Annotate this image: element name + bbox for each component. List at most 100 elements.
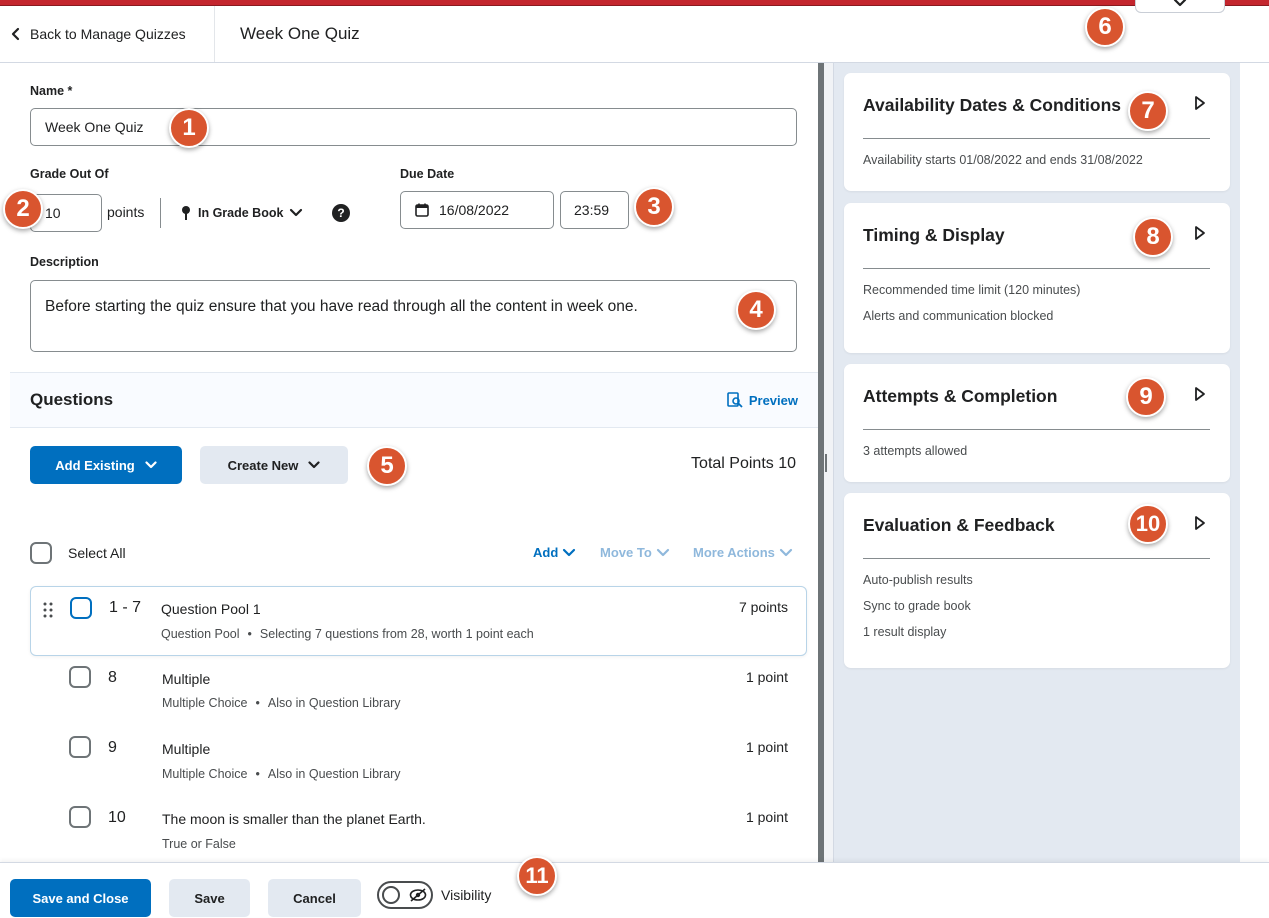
question-type: Question Pool bbox=[161, 627, 240, 641]
name-input[interactable]: Week One Quiz bbox=[30, 108, 797, 146]
card-summary-line: 1 result display bbox=[863, 625, 947, 639]
evaluation-feedback-card[interactable]: Evaluation & Feedback Auto-publish resul… bbox=[844, 493, 1230, 668]
due-time-input[interactable]: 23:59 bbox=[560, 191, 629, 229]
question-row[interactable]: 8 Multiple Multiple Choice • Also in Que… bbox=[30, 656, 807, 726]
card-summary-line: 3 attempts allowed bbox=[863, 444, 968, 458]
card-summary-line: Sync to grade book bbox=[863, 599, 971, 613]
chevron-down-icon bbox=[290, 208, 303, 217]
annotation-badge-2: 2 bbox=[3, 189, 43, 229]
question-detail: Also in Question Library bbox=[267, 696, 401, 710]
timing-display-card-title: Timing & Display bbox=[863, 225, 1005, 245]
annotation-badge-4: 4 bbox=[736, 290, 776, 330]
bullet-separator: • bbox=[255, 767, 260, 781]
splitter-grip-icon[interactable] bbox=[820, 454, 828, 472]
collapse-header-button[interactable] bbox=[1135, 0, 1225, 13]
attempts-completion-card[interactable]: Attempts & Completion 3 attempts allowed bbox=[844, 364, 1230, 482]
card-divider bbox=[863, 558, 1210, 559]
question-meta: Question Pool • Selecting 7 questions fr… bbox=[161, 627, 534, 641]
card-divider bbox=[863, 138, 1210, 139]
save-button[interactable]: Save bbox=[169, 879, 250, 917]
name-label: Name * bbox=[30, 84, 73, 98]
due-date-input[interactable]: 16/08/2022 bbox=[400, 191, 554, 229]
question-checkbox[interactable] bbox=[69, 806, 91, 828]
in-grade-book-dropdown[interactable]: In Grade Book bbox=[180, 202, 303, 224]
preview-button[interactable]: Preview bbox=[727, 373, 798, 427]
question-row[interactable]: 10 The moon is smaller than the planet E… bbox=[30, 797, 807, 862]
bulk-add-dropdown[interactable]: Add bbox=[533, 545, 576, 560]
question-detail: Also in Question Library bbox=[267, 767, 401, 781]
question-name[interactable]: The moon is smaller than the planet Eart… bbox=[162, 811, 426, 827]
question-type: Multiple Choice bbox=[162, 767, 248, 781]
expand-arrow-icon[interactable] bbox=[1194, 95, 1206, 111]
bulk-add-label: Add bbox=[533, 545, 559, 560]
move-to-dropdown[interactable]: Move To bbox=[600, 545, 670, 560]
question-name[interactable]: Question Pool 1 bbox=[161, 601, 261, 617]
toggle-knob bbox=[382, 886, 400, 904]
preview-icon bbox=[727, 392, 743, 408]
card-divider bbox=[863, 268, 1210, 269]
add-existing-button[interactable]: Add Existing bbox=[30, 446, 182, 484]
preview-label: Preview bbox=[748, 392, 798, 408]
due-date-label: Due Date bbox=[400, 167, 455, 181]
name-input-value: Week One Quiz bbox=[45, 119, 144, 135]
due-date-value: 16/08/2022 bbox=[439, 202, 510, 218]
question-points: 1 point bbox=[745, 739, 788, 755]
question-pool-checkbox[interactable] bbox=[70, 597, 92, 619]
question-detail: Selecting 7 questions from 28, worth 1 p… bbox=[259, 627, 534, 641]
header-separator bbox=[214, 6, 215, 62]
grade-divider bbox=[160, 198, 161, 228]
question-row[interactable]: 9 Multiple Multiple Choice • Also in Que… bbox=[30, 727, 807, 797]
back-link-label: Back to Manage Quizzes bbox=[30, 26, 186, 42]
more-actions-label: More Actions bbox=[693, 545, 775, 560]
description-editor[interactable]: Before starting the quiz ensure that you… bbox=[30, 280, 797, 352]
save-and-close-button[interactable]: Save and Close bbox=[10, 879, 151, 917]
grade-out-of-value: 10 bbox=[45, 205, 61, 221]
question-name[interactable]: Multiple bbox=[162, 671, 210, 687]
question-points: 7 points bbox=[738, 599, 788, 615]
points-label: points bbox=[107, 204, 145, 220]
question-checkbox[interactable] bbox=[69, 736, 91, 758]
expand-arrow-icon[interactable] bbox=[1194, 225, 1206, 241]
questions-title: Questions bbox=[30, 390, 114, 409]
visibility-label: Visibility bbox=[441, 887, 492, 903]
cancel-button[interactable]: Cancel bbox=[268, 879, 361, 917]
question-points: 1 point bbox=[745, 669, 788, 685]
help-icon[interactable]: ? bbox=[332, 204, 350, 222]
card-summary-line: Alerts and communication blocked bbox=[863, 309, 1054, 323]
question-meta: Multiple Choice • Also in Question Libra… bbox=[162, 696, 401, 710]
question-number: 10 bbox=[108, 809, 126, 826]
total-points: Total Points 10 bbox=[691, 455, 796, 472]
select-all-checkbox[interactable] bbox=[30, 542, 52, 564]
question-type: Multiple Choice bbox=[162, 696, 248, 710]
back-to-manage-quizzes-link[interactable]: Back to Manage Quizzes bbox=[10, 6, 186, 62]
due-time-value: 23:59 bbox=[574, 202, 610, 218]
question-name[interactable]: Multiple bbox=[162, 741, 210, 757]
question-checkbox[interactable] bbox=[69, 666, 91, 688]
card-summary-line: Recommended time limit (120 minutes) bbox=[863, 283, 1081, 297]
question-points: 1 point bbox=[745, 809, 788, 825]
quiz-editor-main: Name * Week One Quiz Grade Out Of 10 poi… bbox=[0, 63, 818, 862]
expand-arrow-icon[interactable] bbox=[1194, 515, 1206, 531]
select-all-label: Select All bbox=[68, 545, 126, 561]
chevron-down-icon bbox=[656, 548, 669, 557]
expand-arrow-icon[interactable] bbox=[1194, 386, 1206, 402]
save-label: Save bbox=[194, 890, 225, 906]
question-meta: Multiple Choice • Also in Question Libra… bbox=[162, 767, 401, 781]
availability-card[interactable]: Availability Dates & Conditions Availabi… bbox=[844, 73, 1230, 191]
save-and-close-label: Save and Close bbox=[32, 890, 129, 906]
timing-display-card[interactable]: Timing & Display Recommended time limit … bbox=[844, 203, 1230, 353]
page-title: Week One Quiz bbox=[240, 24, 360, 43]
question-pool-row[interactable]: 1 - 7 Question Pool 1 Question Pool • Se… bbox=[30, 586, 807, 656]
create-new-button[interactable]: Create New bbox=[200, 446, 348, 484]
card-divider bbox=[863, 429, 1210, 430]
grade-out-of-label: Grade Out Of bbox=[30, 167, 109, 181]
sidebar-gutter bbox=[1240, 63, 1269, 862]
map-pin-icon bbox=[182, 206, 190, 220]
visibility-toggle[interactable] bbox=[377, 881, 433, 909]
drag-handle-icon[interactable] bbox=[43, 602, 53, 618]
bullet-separator: • bbox=[255, 696, 260, 710]
eye-hidden-icon bbox=[409, 888, 427, 902]
more-actions-dropdown[interactable]: More Actions bbox=[693, 545, 793, 560]
annotation-badge-10: 10 bbox=[1128, 504, 1168, 544]
chevron-down-icon bbox=[563, 548, 576, 557]
